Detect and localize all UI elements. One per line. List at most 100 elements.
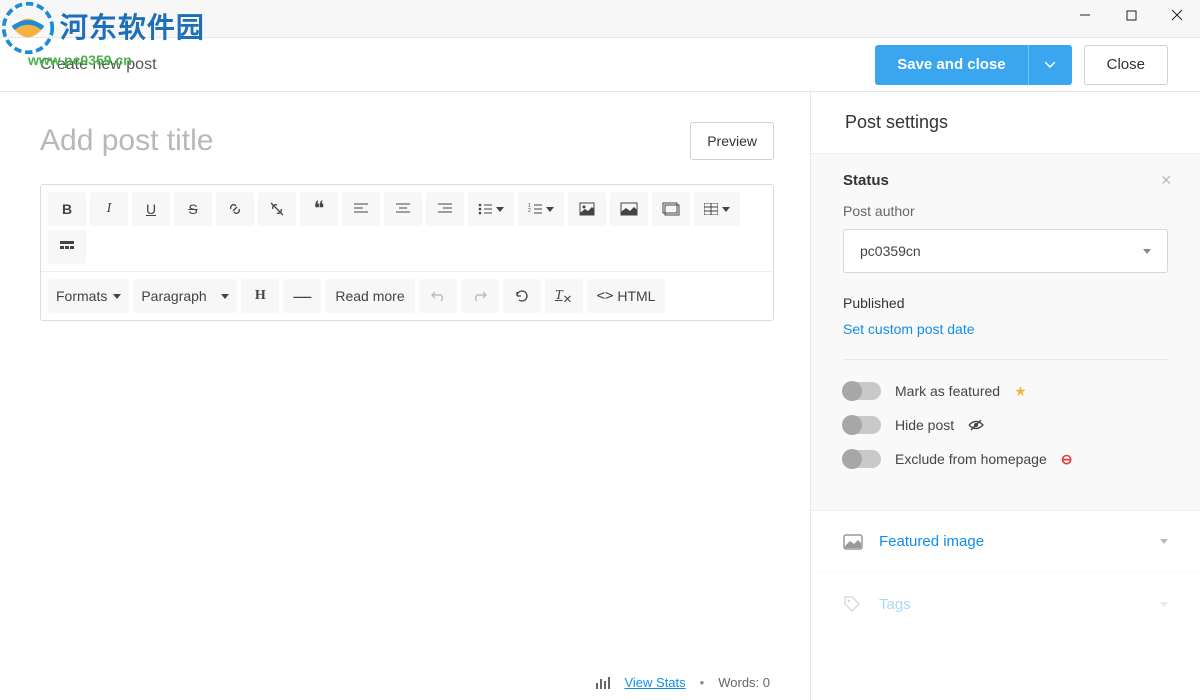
html-label: HTML [617,288,655,304]
quote-icon: ❝ [314,204,325,214]
link-button[interactable] [216,192,254,226]
restore-icon [515,289,529,303]
chevron-down-icon [496,207,504,212]
post-title-input[interactable] [40,124,674,158]
chevron-down-icon [221,294,229,299]
unlink-icon [269,201,285,217]
app-header: Create new post Save and close Close [0,38,1200,92]
redo-icon [473,290,487,302]
unordered-list-button[interactable] [468,192,514,226]
strikethrough-icon: S [188,201,197,217]
insert-gallery-button[interactable] [652,192,690,226]
media-icon [579,202,595,216]
ordered-list-button[interactable]: 12 [518,192,564,226]
heading-button[interactable]: H [241,279,279,313]
align-center-icon [396,203,410,215]
tag-icon [843,595,863,613]
list-ol-icon: 12 [528,203,542,215]
gallery-icon [662,202,680,216]
post-author-label: Post author [843,203,1168,219]
status-panel-close[interactable]: ✕ [1160,172,1172,189]
underline-button[interactable]: U [132,192,170,226]
window-titlebar [0,0,1200,38]
paragraph-dropdown[interactable]: Paragraph [133,279,237,313]
align-right-icon [438,203,452,215]
published-label: Published [843,295,1168,311]
insert-table-button[interactable] [694,192,740,226]
star-icon: ★ [1014,383,1027,400]
insert-image-button[interactable] [610,192,648,226]
window-maximize-button[interactable] [1108,0,1154,30]
save-button-label: Save and close [875,56,1027,73]
bold-icon: B [62,201,72,217]
hide-post-label: Hide post [895,417,954,433]
mark-featured-label: Mark as featured [895,383,1000,399]
link-icon [227,201,243,217]
align-left-icon [354,203,368,215]
stats-icon [596,677,610,689]
tags-panel-toggle[interactable]: Tags [811,572,1200,621]
horizontal-rule-button[interactable]: — [283,279,321,313]
paragraph-label: Paragraph [141,288,206,304]
minus-circle-icon: ⊖ [1061,451,1073,468]
redo-button[interactable] [461,279,499,313]
insert-media-button[interactable] [568,192,606,226]
chevron-down-icon [722,207,730,212]
view-stats-link[interactable]: View Stats [624,675,685,690]
restore-button[interactable] [503,279,541,313]
set-custom-date-link[interactable]: Set custom post date [843,321,1168,337]
post-author-select[interactable]: pc0359cn [843,229,1168,273]
preview-button[interactable]: Preview [690,122,774,160]
save-and-close-button[interactable]: Save and close [875,45,1071,85]
sidebar-title: Post settings [811,92,1200,153]
align-center-button[interactable] [384,192,422,226]
close-icon [1171,9,1183,21]
editor-content-area[interactable] [40,321,774,669]
maximize-icon [1126,10,1137,21]
chevron-down-icon [1160,602,1168,607]
exclude-homepage-label: Exclude from homepage [895,451,1047,467]
formats-dropdown[interactable]: Formats [48,279,129,313]
clear-format-icon: T✕ [555,286,573,306]
post-settings-sidebar: Post settings Status ✕ Post author pc035… [810,92,1200,700]
window-close-button[interactable] [1154,0,1200,30]
separator-dot: • [700,675,705,690]
hide-post-toggle[interactable] [843,416,881,434]
exclude-homepage-toggle[interactable] [843,450,881,468]
toolbar-toggle-icon [60,241,74,253]
toggle-toolbar-button[interactable] [48,230,86,264]
readmore-button[interactable]: Read more [325,279,414,313]
save-dropdown-toggle[interactable] [1028,45,1072,85]
clear-formatting-button[interactable]: T✕ [545,279,583,313]
image-icon [620,202,638,216]
heading-icon: H [255,288,266,304]
page-title: Create new post [40,56,157,74]
editor-footer: View Stats • Words: 0 [40,675,774,690]
status-panel: Status ✕ Post author pc0359cn Published … [811,153,1200,510]
status-panel-title: Status [843,172,1168,189]
svg-text:2: 2 [528,208,531,214]
italic-button[interactable]: I [90,192,128,226]
strikethrough-button[interactable]: S [174,192,212,226]
chevron-down-icon [1045,62,1055,68]
close-button[interactable]: Close [1084,45,1168,85]
html-source-button[interactable]: <> HTML [587,279,666,313]
divider [843,359,1168,360]
unlink-button[interactable] [258,192,296,226]
post-author-value: pc0359cn [860,243,921,259]
chevron-down-icon [546,207,554,212]
bold-button[interactable]: B [48,192,86,226]
align-right-button[interactable] [426,192,464,226]
hr-icon: — [293,286,311,307]
image-icon [843,534,863,550]
align-left-button[interactable] [342,192,380,226]
window-minimize-button[interactable] [1062,0,1108,30]
editor-toolbar: B I U S ❝ [40,184,774,321]
blockquote-button[interactable]: ❝ [300,192,338,226]
formats-label: Formats [56,288,107,304]
chevron-down-icon [1143,249,1151,254]
mark-featured-toggle[interactable] [843,382,881,400]
featured-image-panel-toggle[interactable]: Featured image [811,510,1200,572]
undo-button[interactable] [419,279,457,313]
table-icon [704,203,718,215]
